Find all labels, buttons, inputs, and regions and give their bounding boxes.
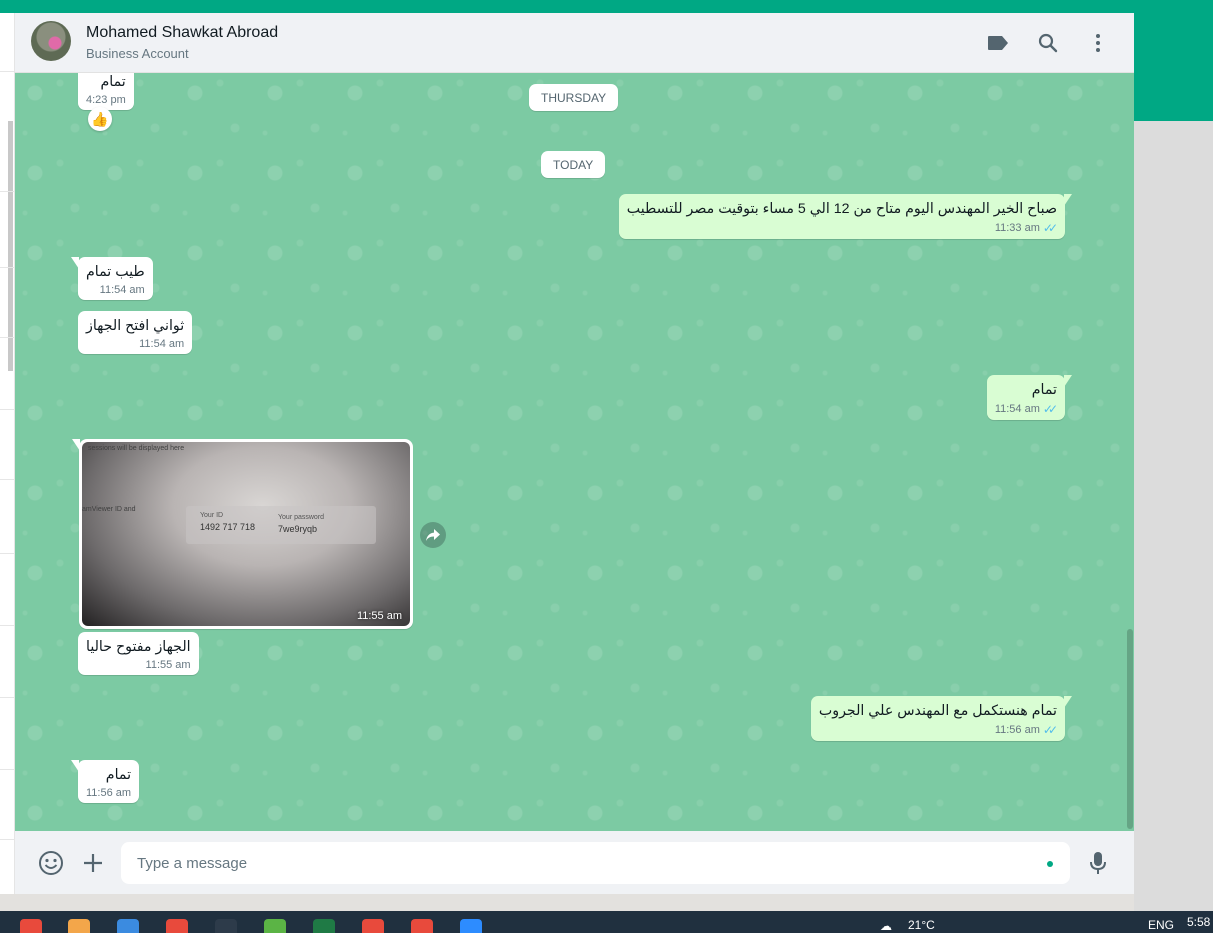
paint-icon[interactable]: [68, 919, 90, 933]
message-text: الجهاز مفتوح حاليا: [86, 639, 191, 655]
message-text: تمام: [1031, 382, 1057, 398]
attach-plus-icon[interactable]: [79, 849, 107, 877]
message-input[interactable]: [121, 842, 1070, 884]
date-separator: THURSDAY: [529, 84, 619, 111]
message-text: طيب تمام: [86, 264, 145, 280]
chat-scrollbar[interactable]: [1127, 629, 1133, 829]
message-text: تمام: [100, 74, 126, 90]
chrome-icon[interactable]: [20, 919, 42, 933]
photo-text: sessions will be displayed here: [88, 445, 185, 452]
sheets-icon[interactable]: [264, 919, 286, 933]
weather-icon[interactable]: ☁: [880, 919, 892, 933]
message-incoming[interactable]: تمام 4:23 pm: [78, 73, 134, 110]
message-text: ثواني افتح الجهاز: [86, 318, 185, 334]
message-outgoing[interactable]: تمام 11:54 am ✓✓: [986, 375, 1073, 420]
message-time: 11:54 am: [99, 284, 145, 296]
message-text: تمام هنستكمل مع المهندس علي الجروب: [818, 703, 1057, 719]
chrome-icon[interactable]: [411, 919, 433, 933]
date-separator: TODAY: [541, 151, 606, 178]
label-icon[interactable]: [985, 30, 1011, 56]
chat-header[interactable]: Mohamed Shawkat Abroad Business Account: [15, 13, 1134, 73]
photo-text: amViewer ID and: [82, 506, 136, 513]
message-text: صباح الخير المهندس اليوم متاح من 12 الي …: [626, 201, 1057, 217]
microphone-icon[interactable]: [1084, 849, 1112, 877]
photo-text: Your password: [278, 514, 325, 521]
image-message[interactable]: sessions will be displayed here amViewer…: [72, 439, 413, 629]
chrome-icon[interactable]: [362, 919, 384, 933]
search-icon[interactable]: [1035, 30, 1061, 56]
chat-list-scrollbar[interactable]: [8, 121, 13, 371]
forward-icon[interactable]: [420, 522, 446, 548]
reaction-thumbs-up[interactable]: 👍: [88, 107, 112, 131]
contact-avatar[interactable]: [31, 21, 71, 61]
photos-icon[interactable]: [117, 919, 139, 933]
read-ticks-icon: ✓✓: [1042, 221, 1058, 235]
message-incoming[interactable]: الجهاز مفتوح حاليا 11:55 am: [78, 632, 199, 675]
clock[interactable]: 5:58: [1187, 915, 1210, 929]
message-time: 11:54 am: [139, 338, 185, 350]
background-green-panel: [1134, 13, 1213, 121]
conversation-panel[interactable]: تمام 4:23 pm 👍 THURSDAY TODAY صباح الخير…: [15, 73, 1134, 831]
photo-text: Your ID: [200, 512, 224, 519]
message-time: 11:56 am: [994, 724, 1040, 736]
read-ticks-icon: ✓✓: [1042, 723, 1058, 737]
photo-text: 1492 717 718: [200, 522, 256, 532]
background-gray-panel: [1134, 121, 1213, 911]
message-composer: [15, 831, 1134, 894]
message-outgoing[interactable]: تمام هنستكمل مع المهندس علي الجروب 11:56…: [810, 696, 1073, 741]
message-time: 11:55 am: [356, 610, 402, 622]
message-time: 11:54 am: [994, 403, 1040, 415]
contact-subtitle: Business Account: [86, 46, 189, 61]
photo-thumbnail[interactable]: sessions will be displayed here amViewer…: [82, 442, 410, 626]
message-time: 11:55 am: [145, 659, 191, 671]
message-time: 4:23 pm: [86, 94, 126, 106]
message-incoming[interactable]: طيب تمام 11:54 am: [71, 257, 153, 300]
excel-icon[interactable]: [313, 919, 335, 933]
grammar-extension-icon[interactable]: [1047, 861, 1053, 867]
chat-list-edge: [0, 13, 15, 894]
message-outgoing[interactable]: صباح الخير المهندس اليوم متاح من 12 الي …: [618, 194, 1073, 239]
menu-icon[interactable]: [1085, 30, 1111, 56]
message-time: 11:56 am: [86, 787, 132, 799]
windows-taskbar: ☁ 21°C ENG 5:58: [0, 911, 1213, 933]
inkscape-icon[interactable]: [215, 919, 237, 933]
language-indicator[interactable]: ENG: [1148, 918, 1174, 932]
app-top-strip: [0, 0, 1213, 13]
read-ticks-icon: ✓✓: [1042, 402, 1058, 416]
emoji-icon[interactable]: [37, 849, 65, 877]
message-incoming[interactable]: ثواني افتح الجهاز 11:54 am: [78, 311, 193, 354]
message-text: تمام: [105, 767, 132, 783]
message-incoming[interactable]: تمام 11:56 am: [70, 760, 140, 803]
chrome-icon[interactable]: [166, 919, 188, 933]
photo-text: 7we9ryqb: [278, 524, 318, 534]
zoom-icon[interactable]: [460, 919, 482, 933]
weather-temp[interactable]: 21°C: [908, 918, 935, 932]
contact-name[interactable]: Mohamed Shawkat Abroad: [86, 24, 278, 42]
message-time: 11:33 am: [994, 222, 1040, 234]
